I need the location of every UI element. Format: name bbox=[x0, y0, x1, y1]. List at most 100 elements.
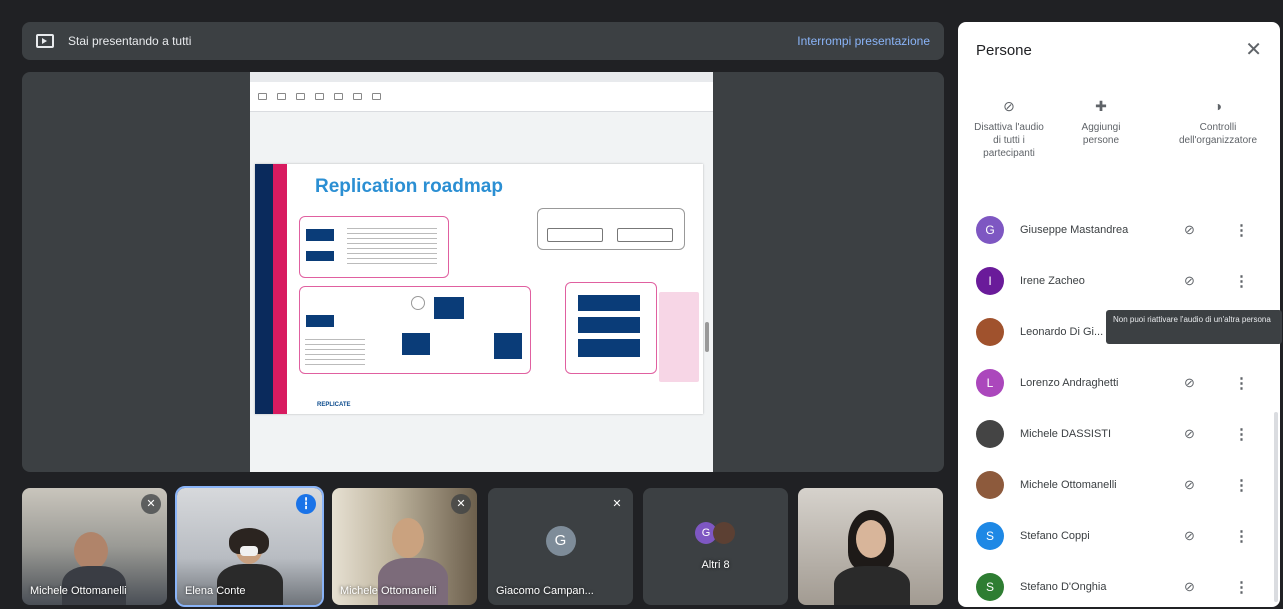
participant-row[interactable]: S Stefano D'Onghia ⊘ ⋮ bbox=[958, 562, 1280, 607]
diagram-text bbox=[305, 339, 365, 369]
avatar bbox=[713, 522, 735, 544]
diagram-box bbox=[577, 294, 641, 312]
doc-scrollbar[interactable] bbox=[705, 322, 709, 352]
participant-row[interactable]: I Irene Zacheo ⊘ ⋮ bbox=[958, 256, 1280, 306]
doc-titlebar bbox=[250, 72, 713, 82]
more-options-icon[interactable]: ⋮ bbox=[1234, 476, 1249, 494]
mic-off-icon: ✕ bbox=[612, 498, 622, 510]
mic-off-icon[interactable]: ⊘ bbox=[1184, 426, 1195, 442]
mic-off-icon: ✕ bbox=[141, 494, 161, 514]
mic-off-icon: ✕ bbox=[451, 494, 471, 514]
avatar bbox=[976, 318, 1004, 346]
participant-name: Stefano D'Onghia bbox=[1020, 581, 1107, 593]
mic-off-icon[interactable]: ⊘ bbox=[1184, 222, 1195, 238]
diagram-box bbox=[617, 228, 673, 242]
participant-row[interactable]: S Stefano Coppi ⊘ ⋮ bbox=[958, 511, 1280, 561]
tile-name: Michele Ottomanelli bbox=[30, 585, 127, 597]
avatar bbox=[976, 420, 1004, 448]
slide-band bbox=[255, 164, 273, 414]
toolbar-icon bbox=[353, 93, 362, 100]
diagram-text bbox=[347, 228, 437, 268]
toolbar-icon bbox=[258, 93, 267, 100]
participant-tile[interactable]: ✕ Michele Ottomanelli bbox=[332, 488, 477, 605]
participant-video bbox=[240, 546, 258, 556]
panel-title: Persone bbox=[976, 42, 1032, 59]
participant-row[interactable]: Michele Ottomanelli ⊘ ⋮ bbox=[958, 460, 1280, 510]
toolbar-icon bbox=[334, 93, 343, 100]
more-options-icon[interactable]: ⋮ bbox=[1234, 527, 1249, 545]
avatar: G bbox=[545, 526, 576, 556]
more-options-icon[interactable]: ⋮ bbox=[1234, 221, 1249, 239]
toggle-icon: ◑ bbox=[1213, 98, 1223, 114]
mic-off-icon[interactable]: ⊘ bbox=[1184, 273, 1195, 289]
add-person-icon: ✚ bbox=[1095, 98, 1107, 114]
avatar: G bbox=[976, 216, 1004, 244]
participant-video bbox=[74, 532, 108, 570]
more-options-icon[interactable]: ⋮ bbox=[1234, 578, 1249, 596]
participant-video bbox=[856, 520, 886, 558]
action-label: Controlli dell'organizzatore bbox=[1178, 122, 1258, 146]
participant-name: Stefano Coppi bbox=[1020, 530, 1090, 542]
mic-off-icon[interactable]: ⊘ bbox=[1184, 375, 1195, 391]
presenting-message: Stai presentando a tutti bbox=[68, 34, 192, 48]
participant-tile[interactable]: ✕ Michele Ottomanelli bbox=[22, 488, 167, 605]
host-controls-button[interactable]: ◑ Controlli dell'organizzatore bbox=[1164, 98, 1272, 147]
more-options-icon[interactable]: ⋮ bbox=[1234, 374, 1249, 392]
mute-all-button[interactable]: ⊘ Disattiva l'audio di tutti i partecipa… bbox=[970, 98, 1048, 160]
participant-name: Giuseppe Mastandrea bbox=[1020, 224, 1129, 236]
mic-off-icon[interactable]: ⊘ bbox=[1184, 579, 1195, 595]
presenting-bar: Stai presentando a tutti Interrompi pres… bbox=[22, 22, 944, 60]
participant-video bbox=[378, 558, 448, 605]
mic-off-icon: ⊘ bbox=[1003, 98, 1015, 114]
avatar: S bbox=[976, 573, 1004, 601]
avatar: L bbox=[976, 369, 1004, 397]
action-label: Aggiungi persone bbox=[1081, 122, 1121, 146]
diagram-box bbox=[493, 332, 523, 360]
doc-toolbar bbox=[250, 82, 713, 112]
toolbar-icon bbox=[296, 93, 305, 100]
doc-canvas: Replication roadmap REPLICATE bbox=[250, 112, 713, 472]
more-options-icon[interactable]: ⋮ bbox=[1234, 272, 1249, 290]
add-people-button[interactable]: ✚ Aggiungi persone bbox=[1070, 98, 1132, 147]
participant-tile[interactable]: G ✕ Giacomo Campan... bbox=[488, 488, 633, 605]
diagram-box bbox=[433, 296, 465, 320]
diagram-box bbox=[577, 316, 641, 334]
speaking-indicator-icon: ┇ bbox=[296, 494, 316, 514]
close-icon[interactable]: ✕ bbox=[1245, 40, 1262, 60]
participant-tile[interactable]: ┇ Elena Conte bbox=[175, 486, 324, 607]
participant-row[interactable]: Michele DASSISTI ⊘ ⋮ bbox=[958, 409, 1280, 459]
mic-off-icon[interactable]: ⊘ bbox=[1184, 477, 1195, 493]
diagram-box bbox=[305, 314, 335, 328]
shared-document: Replication roadmap REPLICATE bbox=[250, 72, 713, 472]
participant-name: Lorenzo Andraghetti bbox=[1020, 377, 1119, 389]
participant-name: Michele DASSISTI bbox=[1020, 428, 1112, 440]
more-options-icon[interactable]: ⋮ bbox=[1234, 425, 1249, 443]
stop-presenting-button[interactable]: Interrompi presentazione bbox=[797, 34, 930, 48]
participant-row[interactable]: L Lorenzo Andraghetti ⊘ ⋮ bbox=[958, 358, 1280, 408]
mic-off-icon[interactable]: ⊘ bbox=[1184, 528, 1195, 544]
slide-band bbox=[273, 164, 287, 414]
diagram-box bbox=[401, 332, 431, 356]
participant-name: Michele Ottomanelli bbox=[1020, 479, 1117, 491]
avatar: I bbox=[976, 267, 1004, 295]
action-label: Disattiva l'audio di tutti i partecipant… bbox=[974, 122, 1044, 159]
slide-logo: REPLICATE bbox=[317, 402, 351, 408]
tile-name: Elena Conte bbox=[185, 585, 246, 597]
tile-name: Giacomo Campan... bbox=[496, 585, 594, 597]
main-stage: Replication roadmap REPLICATE bbox=[22, 72, 944, 472]
self-tile[interactable] bbox=[798, 488, 943, 605]
participant-video bbox=[834, 566, 910, 605]
diagram-box bbox=[577, 338, 641, 358]
participant-name: Leonardo Di Gi... bbox=[1020, 326, 1104, 338]
toolbar-icon bbox=[372, 93, 381, 100]
participant-name: Irene Zacheo bbox=[1020, 275, 1085, 287]
toolbar-icon bbox=[277, 93, 286, 100]
panel-scrollbar[interactable] bbox=[1274, 412, 1278, 602]
participant-row[interactable]: G Giuseppe Mastandrea ⊘ ⋮ bbox=[958, 205, 1280, 255]
present-screen-icon bbox=[36, 34, 54, 48]
slide-title: Replication roadmap bbox=[315, 176, 503, 197]
others-tile[interactable]: G Altri 8 bbox=[643, 488, 788, 605]
tile-name: Michele Ottomanelli bbox=[340, 585, 437, 597]
diagram-box bbox=[305, 250, 335, 262]
slide: Replication roadmap REPLICATE bbox=[255, 164, 703, 414]
